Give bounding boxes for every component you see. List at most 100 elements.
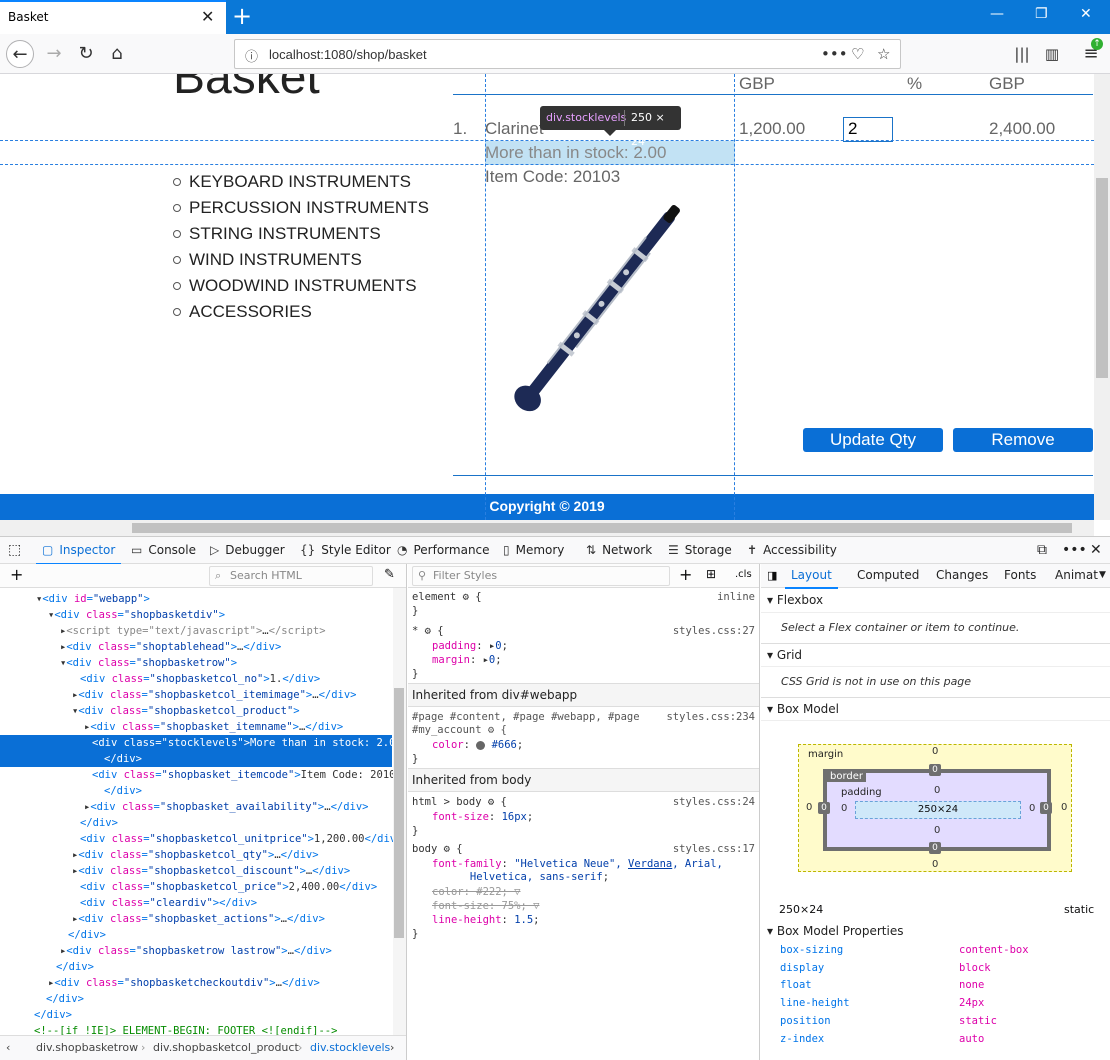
scrollbar-thumb[interactable] (132, 523, 1072, 533)
markup-line[interactable]: </div> (46, 991, 84, 1007)
address-bar[interactable]: ⓘ localhost:1080/shop/basket ••• ♡ ☆ (234, 39, 901, 69)
item-name[interactable]: Clarinet (485, 119, 544, 139)
tab-performance[interactable]: ◔ Performance (397, 537, 490, 565)
markup-line[interactable]: ▾<div class="shopbasketrow"> (60, 655, 237, 671)
update-qty-button[interactable]: Update Qty (803, 428, 943, 452)
border-left-value[interactable]: 0 (818, 802, 830, 814)
browser-tab[interactable]: Basket ✕ (0, 0, 226, 34)
tab-changes[interactable]: Changes (936, 564, 988, 587)
add-node-icon[interactable]: + (10, 565, 23, 584)
scrollbar-thumb[interactable] (394, 688, 404, 938)
markup-line[interactable]: ▾<div class="shopbasketcol_product"> (72, 703, 300, 719)
chevron-right-icon[interactable]: › (390, 1036, 394, 1060)
margin-top-value[interactable]: 0 (932, 746, 938, 757)
rule-source[interactable]: styles.css:234 (666, 711, 755, 723)
rule-source[interactable]: styles.css:24 (673, 796, 755, 808)
reload-icon[interactable]: ↻ (72, 40, 100, 68)
markup-line[interactable]: ▸<div class="shopbasketcol_qty">…</div> (72, 847, 319, 863)
markup-line[interactable]: ▸<div class="shopbasket_itemname">…</div… (84, 719, 343, 735)
markup-line[interactable]: ▸<div class="shopbasketcheckoutdiv">…</d… (48, 975, 320, 991)
markup-scrollbar[interactable] (393, 588, 406, 1035)
margin-left-value[interactable]: 0 (806, 802, 812, 813)
category-item[interactable]: STRING INSTRUMENTS (173, 222, 429, 248)
markup-line[interactable]: ▸<div class="shoptablehead">…</div> (60, 639, 281, 655)
rule-selector[interactable]: * ⚙ { (412, 625, 444, 638)
markup-line[interactable]: ▸<script type="text/javascript">…</scrip… (60, 623, 326, 639)
close-tab-icon[interactable]: ✕ (201, 7, 214, 26)
breadcrumb-item[interactable]: div.shopbasketrow (36, 1036, 138, 1060)
box-model-section[interactable]: ▾ Box Model (761, 697, 1110, 721)
remove-button[interactable]: Remove (953, 428, 1093, 452)
markup-line[interactable]: <div class="shopbasketcol_price">2,400.0… (80, 879, 377, 895)
padding-right-value[interactable]: 0 (1029, 803, 1035, 814)
tab-storage[interactable]: ☰ Storage (668, 537, 732, 565)
margin-right-value[interactable]: 0 (1061, 802, 1067, 813)
rule-declaration[interactable]: color: #666; (432, 739, 523, 752)
rule-declaration[interactable]: line-height: 1.5; (432, 914, 540, 927)
margin-bottom-value[interactable]: 0 (932, 859, 938, 870)
url-text[interactable]: localhost:1080/shop/basket (269, 47, 427, 62)
forward-icon[interactable]: → (40, 40, 68, 68)
library-icon[interactable]: ||| (1008, 40, 1036, 68)
close-window-icon[interactable]: ✕ (1080, 6, 1092, 22)
category-item[interactable]: KEYBOARD INSTRUMENTS (173, 170, 429, 196)
rule-selector[interactable]: body ⚙ { (412, 843, 463, 856)
pocket-icon[interactable]: ♡ (851, 45, 864, 63)
vertical-scrollbar[interactable] (1094, 74, 1110, 520)
close-devtools-icon[interactable]: ✕ (1090, 537, 1102, 565)
markup-line[interactable]: ▾<div id="webapp"> (36, 591, 150, 607)
flexbox-section[interactable]: ▾ Flexbox (761, 589, 1110, 613)
rule-declaration[interactable]: font-family: "Helvetica Neue", Verdana, … (432, 858, 723, 884)
tab-layout[interactable]: Layout (785, 564, 838, 589)
tab-fonts[interactable]: Fonts (1004, 564, 1036, 587)
add-rule-icon[interactable]: + (679, 565, 692, 584)
tab-computed[interactable]: Computed (857, 564, 919, 587)
tab-debugger[interactable]: ▷ Debugger (210, 537, 285, 565)
horizontal-scrollbar[interactable] (0, 520, 1094, 536)
markup-line[interactable]: </div> (80, 815, 118, 831)
border-right-value[interactable]: 0 (1040, 802, 1052, 814)
back-icon[interactable]: ← (6, 40, 34, 68)
padding-bottom-value[interactable]: 0 (934, 825, 940, 836)
pseudo-class-icon[interactable]: ⊞ (706, 567, 716, 581)
markup-line[interactable]: ▾<div class="shopbasketdiv"> (48, 607, 225, 623)
rule-declaration[interactable]: padding: ▸0; (432, 640, 508, 653)
markup-line[interactable]: ▸<div class="shopbasketrow lastrow">…</d… (60, 943, 332, 959)
box-model-properties-header[interactable]: ▾ Box Model Properties (761, 920, 1110, 944)
border-top-value[interactable]: 0 (929, 764, 941, 776)
rule-selector[interactable]: #page #content, #page #webapp, #page #my… (412, 711, 640, 737)
markup-line[interactable]: ▸<div class="shopbasket_actions">…</div> (72, 911, 325, 927)
tab-memory[interactable]: ▯ Memory (503, 537, 564, 565)
quantity-input[interactable]: 2 (843, 117, 893, 142)
rule-selector[interactable]: element ⚙ { (412, 591, 482, 604)
markup-line[interactable]: <div class="shopbasket_itemcode">Item Co… (92, 767, 402, 783)
eyedropper-icon[interactable]: ✎ (384, 567, 395, 582)
rule-declaration-overridden[interactable]: color: #222; ▽ (432, 886, 521, 899)
category-item[interactable]: WIND INSTRUMENTS (173, 248, 429, 274)
tab-style-editor[interactable]: {} Style Editor (300, 537, 391, 565)
tab-animations[interactable]: Animat (1055, 564, 1098, 587)
rule-declaration[interactable]: margin: ▸0; (432, 654, 502, 667)
padding-left-value[interactable]: 0 (841, 803, 847, 814)
restore-icon[interactable]: ❐ (1035, 6, 1048, 22)
markup-line[interactable]: ▸<div class="shopbasketcol_itemimage">…<… (72, 687, 357, 703)
padding-top-value[interactable]: 0 (934, 785, 940, 796)
rule-selector[interactable]: html > body ⚙ { (412, 796, 507, 809)
info-icon[interactable]: ⓘ (245, 46, 258, 65)
border-bottom-value[interactable]: 0 (929, 842, 941, 854)
markup-line[interactable]: </div> (68, 927, 106, 943)
sidebar-icon[interactable]: ▥ (1038, 40, 1066, 68)
dock-icon[interactable]: ⧉ (1037, 537, 1047, 565)
home-icon[interactable]: ⌂ (103, 40, 131, 68)
tab-network[interactable]: ⇅ Network (586, 537, 652, 565)
tab-console[interactable]: ▭ Console (131, 537, 196, 565)
chevron-left-icon[interactable]: ‹ (6, 1036, 10, 1060)
search-html-input[interactable]: ⌕ Search HTML (209, 566, 373, 586)
picker-icon[interactable]: ⬚ (8, 537, 21, 565)
page-actions-icon[interactable]: ••• (821, 45, 848, 63)
scrollbar-thumb[interactable] (1096, 178, 1108, 378)
chevron-down-icon[interactable]: ▼ (1099, 564, 1106, 587)
new-tab-button[interactable]: + (232, 2, 252, 30)
color-swatch[interactable] (476, 740, 486, 750)
rule-source[interactable]: styles.css:17 (673, 843, 755, 855)
